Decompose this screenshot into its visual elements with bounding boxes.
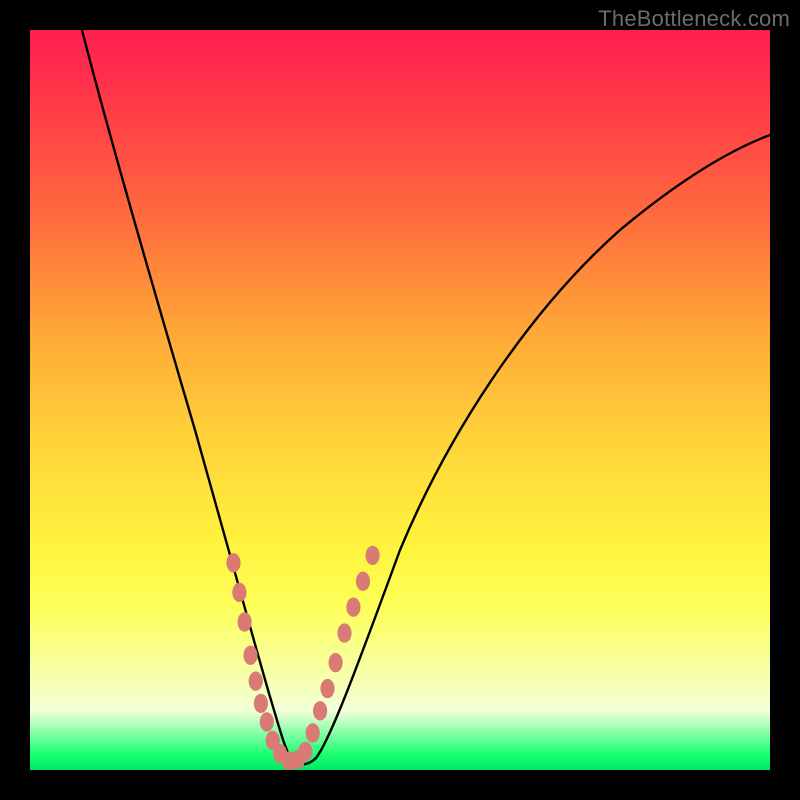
curve-marker: [226, 553, 240, 572]
curve-marker: [346, 598, 360, 617]
curve-marker: [337, 623, 351, 642]
curve-marker: [249, 672, 263, 691]
curve-marker: [238, 612, 252, 631]
watermark-text: TheBottleneck.com: [598, 6, 790, 32]
plot-area: [30, 30, 770, 770]
curve-marker: [313, 701, 327, 720]
curve-marker: [254, 694, 268, 713]
curve-marker: [329, 653, 343, 672]
curve-marker: [306, 723, 320, 742]
curve-marker: [320, 679, 334, 698]
curve-marker: [356, 572, 370, 591]
curve-marker: [243, 646, 257, 665]
curve-layer: [30, 30, 770, 770]
curve-marker: [366, 546, 380, 565]
marker-group: [226, 546, 379, 770]
curve-marker: [232, 583, 246, 602]
curve-marker: [260, 712, 274, 731]
chart-frame: TheBottleneck.com: [0, 0, 800, 800]
curve-marker: [298, 742, 312, 761]
bottleneck-curve: [82, 30, 770, 764]
